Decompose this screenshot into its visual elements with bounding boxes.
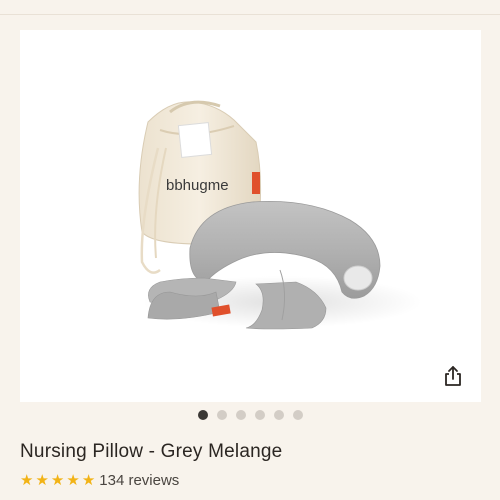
rating-stars: ★ ★ ★ ★ ★ — [20, 473, 95, 488]
star-icon: ★ — [81, 471, 96, 489]
product-title: Nursing Pillow - Grey Melange — [20, 441, 283, 462]
product-rating: ★ ★ ★ ★ ★ 134 reviews — [20, 470, 179, 490]
carousel-dot-2[interactable] — [216, 410, 227, 420]
star-icon: ★ — [66, 471, 80, 489]
carousel-dot-4[interactable] — [254, 410, 265, 420]
carousel-dots — [0, 410, 500, 422]
bag-logo: bbhugme — [166, 177, 229, 194]
carousel-dot-6[interactable] — [292, 410, 303, 420]
share-button[interactable] — [439, 362, 467, 390]
carousel-dot-5[interactable] — [273, 410, 284, 420]
reviews-link[interactable]: 134 reviews — [99, 472, 179, 489]
share-icon — [445, 366, 461, 386]
star-icon: ★ — [35, 471, 49, 489]
star-icon: ★ — [20, 471, 34, 489]
product-image: bbhugme — [138, 100, 422, 330]
top-divider — [0, 14, 500, 15]
carousel-dot-3[interactable] — [235, 410, 246, 420]
product-image-card[interactable]: bbhugme — [20, 30, 481, 402]
carousel-dot-1[interactable] — [197, 410, 208, 420]
star-icon: ★ — [50, 471, 65, 489]
